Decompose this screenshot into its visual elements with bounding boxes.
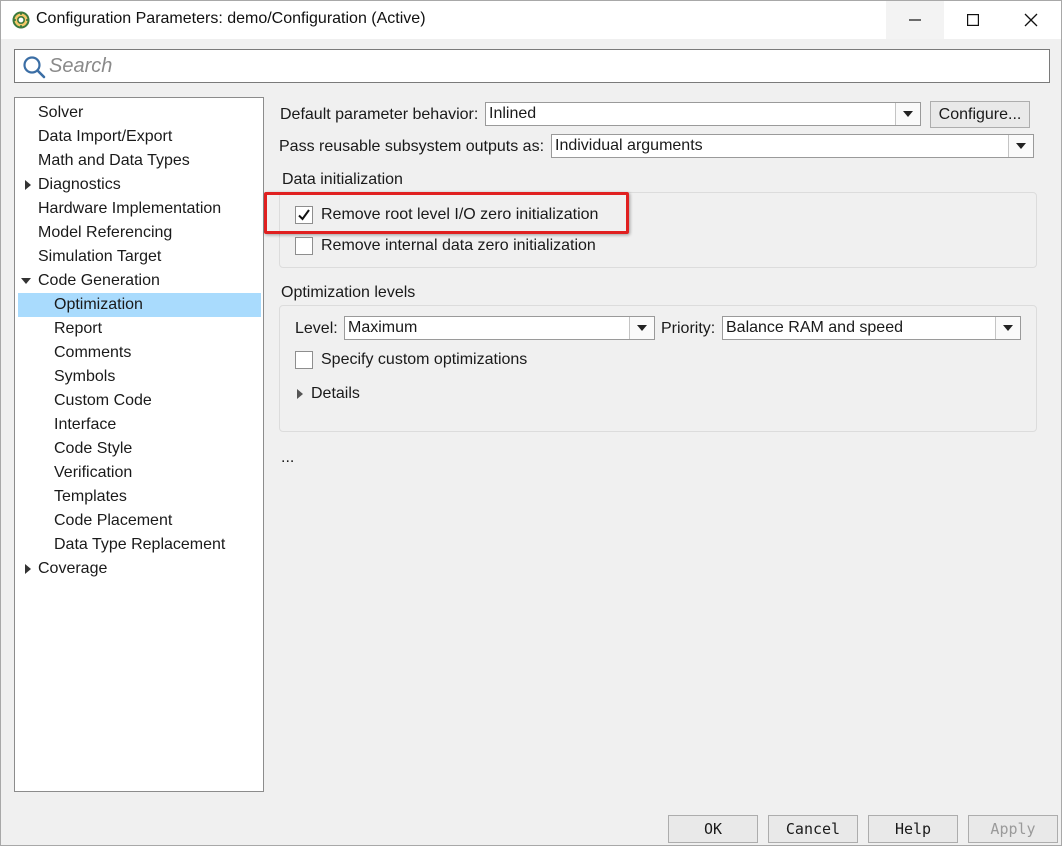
- pass-reusable-label: Pass reusable subsystem outputs as:: [279, 138, 545, 155]
- tree-item-label: Code Placement: [54, 512, 173, 529]
- default-param-behavior-value: Inlined: [489, 105, 537, 122]
- apply-button[interactable]: Apply: [968, 815, 1058, 843]
- tree-item-symbols[interactable]: Symbols: [18, 365, 261, 389]
- tree-item-templates[interactable]: Templates: [18, 485, 261, 509]
- minimize-icon: [909, 19, 921, 21]
- close-icon: [1024, 13, 1038, 27]
- tree-item-report[interactable]: Report: [18, 317, 261, 341]
- tree-item-label: Symbols: [54, 368, 116, 385]
- tree-item-code-placement[interactable]: Code Placement: [18, 509, 261, 533]
- tree-item-label: Data Type Replacement: [54, 536, 226, 553]
- tree-item-simulation-target[interactable]: Simulation Target: [18, 245, 261, 269]
- tree-item-label: Report: [54, 320, 103, 337]
- tree-item-label: Templates: [54, 488, 127, 505]
- level-dropdown[interactable]: Maximum: [344, 316, 655, 340]
- level-value: Maximum: [348, 319, 418, 336]
- tree-item-math-and-data-types[interactable]: Math and Data Types: [18, 149, 261, 173]
- help-button[interactable]: Help: [868, 815, 958, 843]
- remove-internal-data-zero-init-checkbox[interactable]: [295, 237, 313, 255]
- cancel-button[interactable]: Cancel: [768, 815, 858, 843]
- optimization-levels-title: Optimization levels: [281, 284, 416, 301]
- tree-item-code-generation[interactable]: Code Generation: [18, 269, 261, 293]
- tree-item-data-type-replacement[interactable]: Data Type Replacement: [18, 533, 261, 557]
- tree-item-verification[interactable]: Verification: [18, 461, 261, 485]
- tree-item-solver[interactable]: Solver: [18, 101, 261, 125]
- search-icon: [23, 56, 46, 79]
- close-button[interactable]: [1002, 1, 1060, 39]
- search-input[interactable]: [49, 52, 1039, 80]
- configure-button[interactable]: Configure...: [930, 101, 1030, 128]
- tree-item-code-style[interactable]: Code Style: [18, 437, 261, 461]
- pass-reusable-value: Individual arguments: [555, 137, 703, 154]
- title-bar: Configuration Parameters: demo/Configura…: [1, 1, 1061, 39]
- maximize-icon: [967, 14, 979, 26]
- window-title: Configuration Parameters: demo/Configura…: [36, 10, 426, 27]
- tree-item-label: Verification: [54, 464, 133, 481]
- tree-item-data-import-export[interactable]: Data Import/Export: [18, 125, 261, 149]
- tree-item-label: Code Generation: [38, 272, 160, 289]
- tree-item-coverage[interactable]: Coverage: [18, 557, 261, 581]
- tree-item-label: Interface: [54, 416, 117, 433]
- tree-item-label: Custom Code: [54, 392, 152, 409]
- data-initialization-title: Data initialization: [282, 171, 403, 188]
- specify-custom-optimizations-checkbox[interactable]: [295, 351, 313, 369]
- search-box[interactable]: [14, 49, 1050, 83]
- priority-label: Priority:: [661, 320, 716, 337]
- maximize-button[interactable]: [944, 1, 1002, 39]
- tree-item-custom-code[interactable]: Custom Code: [18, 389, 261, 413]
- collapse-arrow-icon[interactable]: [21, 276, 31, 286]
- priority-dropdown[interactable]: Balance RAM and speed: [722, 316, 1021, 340]
- tree-item-model-referencing[interactable]: Model Referencing: [18, 221, 261, 245]
- dropdown-arrow-icon[interactable]: [995, 317, 1020, 339]
- category-tree[interactable]: Solver Data Import/Export Math and Data …: [14, 97, 264, 792]
- red-highlight-annotation: [264, 192, 629, 234]
- tree-item-hardware-implementation[interactable]: Hardware Implementation: [18, 197, 261, 221]
- tree-item-label: Code Style: [54, 440, 133, 457]
- minimize-button[interactable]: [886, 1, 944, 39]
- default-param-behavior-dropdown[interactable]: Inlined: [485, 102, 921, 126]
- default-param-behavior-label: Default parameter behavior:: [280, 106, 479, 123]
- dropdown-arrow-icon[interactable]: [895, 103, 920, 125]
- tree-item-label: Model Referencing: [38, 224, 173, 241]
- tree-item-label: Comments: [54, 344, 132, 361]
- tree-item-interface[interactable]: Interface: [18, 413, 261, 437]
- dropdown-arrow-icon[interactable]: [1008, 135, 1033, 157]
- details-label: Details: [311, 385, 360, 402]
- tree-item-diagnostics[interactable]: Diagnostics: [18, 173, 261, 197]
- remove-internal-data-zero-init-label: Remove internal data zero initialization: [321, 237, 596, 254]
- specify-custom-optimizations-label: Specify custom optimizations: [321, 351, 528, 368]
- tree-item-label: Hardware Implementation: [38, 200, 222, 217]
- expand-arrow-icon[interactable]: [296, 389, 304, 399]
- tree-item-label: Simulation Target: [38, 248, 162, 265]
- tree-item-optimization[interactable]: Optimization: [18, 293, 261, 317]
- expand-arrow-icon[interactable]: [23, 564, 33, 574]
- app-gear-icon: [12, 11, 30, 29]
- tree-item-comments[interactable]: Comments: [18, 341, 261, 365]
- tree-item-label: Diagnostics: [38, 176, 121, 193]
- tree-item-label: Solver: [38, 104, 84, 121]
- dropdown-arrow-icon[interactable]: [629, 317, 654, 339]
- config-parameters-window: Configuration Parameters: demo/Configura…: [0, 0, 1062, 846]
- tree-item-label: Coverage: [38, 560, 108, 577]
- tree-item-label: Optimization: [54, 296, 143, 313]
- tree-item-label: Math and Data Types: [38, 152, 190, 169]
- pass-reusable-dropdown[interactable]: Individual arguments: [551, 134, 1034, 158]
- priority-value: Balance RAM and speed: [726, 319, 903, 336]
- ok-button[interactable]: OK: [668, 815, 758, 843]
- level-label: Level:: [295, 320, 338, 337]
- more-ellipsis: ...: [281, 449, 295, 466]
- expand-arrow-icon[interactable]: [23, 180, 33, 190]
- tree-item-label: Data Import/Export: [38, 128, 173, 145]
